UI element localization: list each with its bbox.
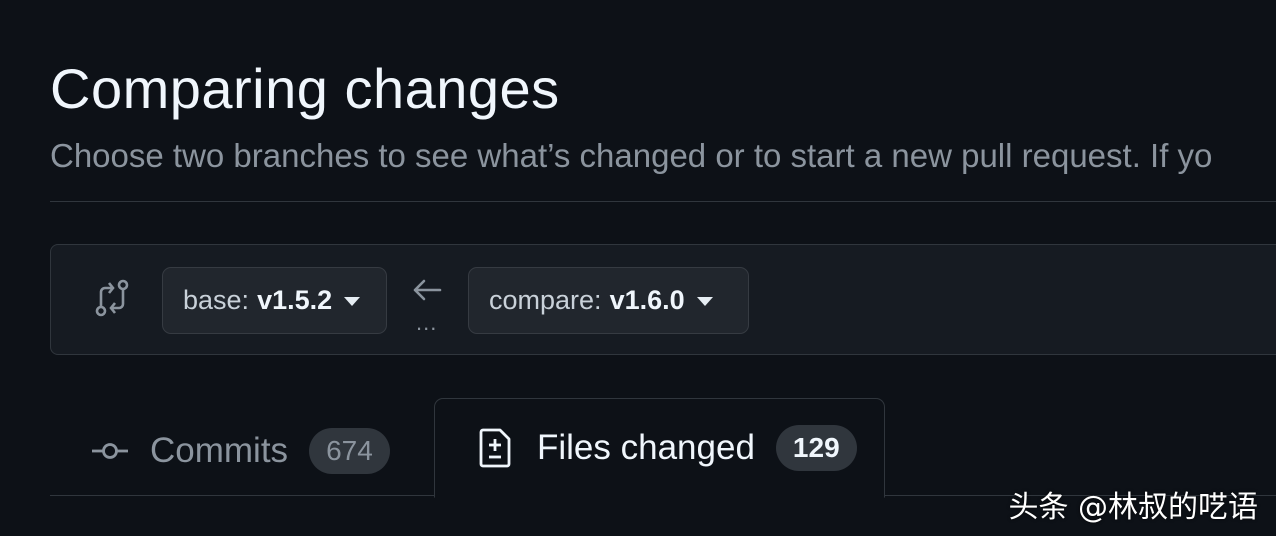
header-divider — [50, 201, 1276, 202]
range-dots: ... — [416, 310, 438, 335]
base-branch-select[interactable]: base: v1.5.2 — [162, 267, 387, 334]
tab-commits[interactable]: Commits 674 — [90, 425, 390, 477]
page-subtitle: Choose two branches to see what’s change… — [50, 137, 1213, 174]
git-commit-icon — [92, 443, 128, 459]
base-value: v1.5.2 — [257, 285, 333, 315]
git-compare-icon — [95, 279, 129, 317]
caret-down-icon — [344, 297, 361, 306]
compare-page: Comparing changes Choose two branches to… — [0, 0, 1276, 536]
compare-branch-select[interactable]: compare: v1.6.0 — [468, 267, 749, 334]
tab-commits-label: Commits — [150, 431, 289, 470]
base-label: base: — [183, 285, 250, 315]
watermark: 头条 @林叔的呓语 — [1008, 490, 1258, 525]
file-diff-icon — [479, 428, 511, 468]
files-count-badge: 129 — [775, 425, 857, 471]
compare-label: compare: — [489, 285, 602, 315]
caret-down-icon — [696, 297, 713, 306]
tab-files-label: Files changed — [537, 428, 755, 467]
arrow-left-icon — [413, 279, 442, 301]
commits-count-badge: 674 — [309, 428, 390, 474]
tab-files-changed[interactable]: Files changed 129 — [434, 398, 885, 498]
page-title: Comparing changes — [50, 57, 560, 120]
compare-value: v1.6.0 — [609, 285, 685, 315]
